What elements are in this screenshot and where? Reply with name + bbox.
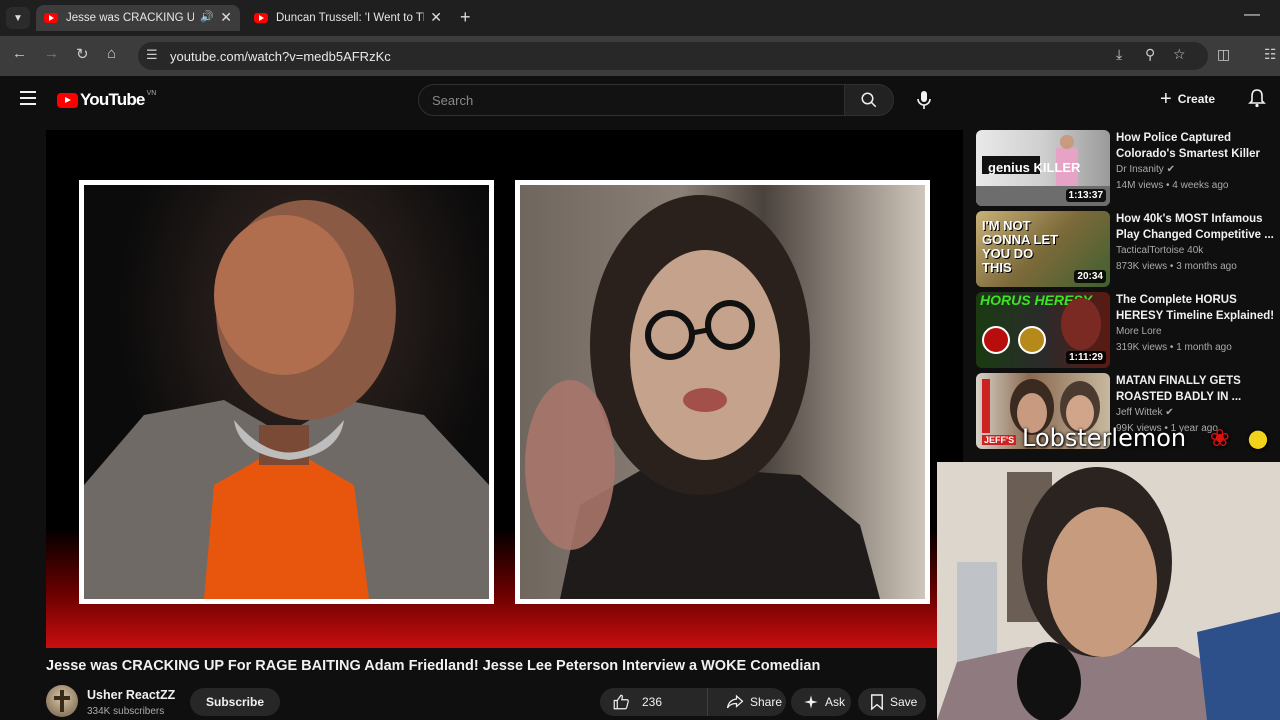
recommended-meta: 319K views • 1 month ago: [1116, 342, 1232, 353]
home-icon[interactable]: ⌂: [107, 45, 116, 62]
recommended-channel: Jeff Wittek ✔: [1116, 407, 1174, 418]
browser-tab[interactable]: Duncan Trussell: 'I Went to The ✕: [246, 5, 450, 31]
search-icon: [861, 92, 877, 108]
video-thumbnail[interactable]: I'M NOT GONNA LET YOU DO THIS 20:34: [976, 211, 1110, 287]
recommended-video[interactable]: genius KILLER 1:13:37 How Police Capture…: [976, 130, 1280, 208]
comedian-figure: [525, 195, 880, 599]
voice-search-button[interactable]: [908, 84, 940, 116]
browser-toolbar: ← → ↻ ⌂ ☰ youtube.com/watch?v=medb5AFRzK…: [0, 36, 1280, 76]
ask-button[interactable]: Ask: [791, 688, 851, 716]
forward-arrow-icon[interactable]: →: [44, 45, 59, 62]
recommended-title[interactable]: MATAN FINALLY GETS ROASTED BADLY IN ...: [1116, 373, 1278, 405]
menu-hamburger-icon[interactable]: [20, 91, 36, 105]
url-text: youtube.com/watch?v=medb5AFRzKc: [170, 49, 391, 64]
tab-title: Jesse was CRACKING UP For: [66, 12, 194, 24]
recommended-channel: Dr Insanity ✔: [1116, 164, 1175, 175]
video-duration: 20:34: [1074, 270, 1106, 283]
close-tab-icon[interactable]: ✕: [220, 9, 232, 26]
video-title: Jesse was CRACKING UP For RAGE BAITING A…: [46, 658, 821, 674]
tab-title: Duncan Trussell: 'I Went to The: [276, 12, 424, 24]
close-tab-icon[interactable]: ✕: [430, 9, 442, 26]
subscribe-button[interactable]: Subscribe: [190, 688, 281, 716]
install-app-icon[interactable]: ⤓: [1116, 46, 1122, 63]
youtube-header: YouTube VN Search + Create: [0, 76, 1280, 122]
youtube-play-icon: [57, 92, 78, 108]
streamer-figure: [937, 462, 1280, 720]
side-panel-icon[interactable]: ☷: [1264, 46, 1277, 63]
site-info-icon[interactable]: ☰: [146, 47, 158, 63]
speaker-icon[interactable]: 🔊: [200, 10, 214, 23]
browser-tab-strip: ▼ Jesse was CRACKING UP For 🔊 ✕ Duncan T…: [0, 0, 1280, 36]
thumbs-up-icon: [612, 693, 630, 711]
channel-name[interactable]: Usher ReactZZ: [87, 688, 175, 702]
recommended-video[interactable]: I'M NOT GONNA LET YOU DO THIS 20:34 How …: [976, 211, 1280, 289]
webcam-overlay: [937, 462, 1280, 720]
reload-icon[interactable]: ↻: [76, 45, 89, 63]
streamer-name-overlay: Lobsterlemon ❀ ●: [1022, 424, 1268, 452]
plus-icon: +: [1160, 87, 1172, 110]
recommended-video[interactable]: HORUS HERESY 1:11:29 The Complete HORUS …: [976, 292, 1280, 370]
browser-tab-active[interactable]: Jesse was CRACKING UP For 🔊 ✕: [36, 5, 240, 31]
save-button[interactable]: Save: [858, 688, 926, 716]
channel-row: Usher ReactZZ 334K subscribers Subscribe…: [46, 685, 946, 720]
lobster-icon: ❀: [1209, 424, 1230, 452]
address-bar[interactable]: ☰ youtube.com/watch?v=medb5AFRzKc: [138, 42, 1208, 70]
like-button[interactable]: 236: [600, 688, 708, 716]
video-duration: 1:13:37: [1065, 189, 1106, 202]
video-frame-left: [79, 180, 494, 604]
share-button[interactable]: Share: [714, 688, 786, 716]
youtube-favicon-icon: [254, 13, 268, 23]
microphone-icon: [917, 91, 931, 109]
video-player[interactable]: [46, 130, 963, 648]
video-thumbnail[interactable]: genius KILLER 1:13:37: [976, 130, 1110, 206]
country-code: VN: [146, 89, 157, 97]
channel-avatar[interactable]: [46, 685, 78, 717]
zoom-icon[interactable]: ⚲: [1145, 46, 1155, 63]
thumbnail-text: genius KILLER: [988, 160, 1081, 175]
thumbnail-text: I'M NOT GONNA LET YOU DO THIS: [982, 218, 1059, 275]
channel-name: Dr Insanity: [1116, 164, 1164, 175]
channel-name: Jeff Wittek: [1116, 407, 1163, 418]
recommended-channel: More Lore: [1116, 326, 1162, 337]
subscriber-count: 334K subscribers: [87, 706, 165, 717]
lemon-icon: ●: [1247, 424, 1269, 452]
video-duration: 1:11:29: [1066, 351, 1106, 364]
sparkle-icon: [803, 694, 819, 710]
save-label: Save: [890, 695, 918, 709]
verified-check-icon: ✔: [1165, 407, 1174, 418]
recommended-meta: 873K views • 3 months ago: [1116, 261, 1237, 272]
save-bookmark-icon: [870, 693, 884, 711]
verified-check-icon: ✔: [1166, 164, 1175, 175]
bookmark-star-icon[interactable]: ☆: [1173, 46, 1186, 63]
video-thumbnail[interactable]: HORUS HERESY 1:11:29: [976, 292, 1110, 368]
minimize-window-icon[interactable]: —: [1244, 6, 1260, 24]
tab-search-chevron-icon[interactable]: ▼: [6, 7, 30, 29]
logo-text: YouTube: [80, 90, 145, 109]
new-tab-icon[interactable]: +: [460, 7, 471, 28]
thumbnail-text: JEFF'S: [982, 435, 1017, 445]
recommended-title[interactable]: The Complete HORUS HERESY Timeline Expla…: [1116, 292, 1278, 324]
recommended-meta: 14M views • 4 weeks ago: [1116, 180, 1229, 191]
search-button[interactable]: [844, 84, 894, 116]
youtube-favicon-icon: [44, 13, 58, 23]
interviewer-figure: [84, 200, 489, 599]
search-input[interactable]: Search: [418, 84, 845, 116]
ask-label: Ask: [825, 695, 846, 709]
share-arrow-icon: [726, 694, 744, 710]
back-arrow-icon[interactable]: ←: [12, 45, 27, 62]
search-placeholder: Search: [432, 93, 474, 108]
create-label: Create: [1177, 92, 1216, 106]
notifications-bell-icon[interactable]: [1248, 88, 1266, 113]
video-frame-right: [515, 180, 930, 604]
recommended-title[interactable]: How 40k's MOST Infamous Play Changed Com…: [1116, 211, 1278, 243]
youtube-logo[interactable]: YouTube VN: [57, 90, 156, 110]
extensions-icon[interactable]: ◫: [1217, 46, 1230, 63]
like-count: 236: [642, 695, 663, 709]
streamer-name: Lobsterlemon: [1022, 424, 1187, 452]
recommended-channel: TacticalTortoise 40k: [1116, 245, 1204, 256]
recommended-title[interactable]: How Police Captured Colorado's Smartest …: [1116, 130, 1278, 162]
share-label: Share: [750, 695, 783, 709]
create-button[interactable]: + Create: [1160, 86, 1215, 112]
